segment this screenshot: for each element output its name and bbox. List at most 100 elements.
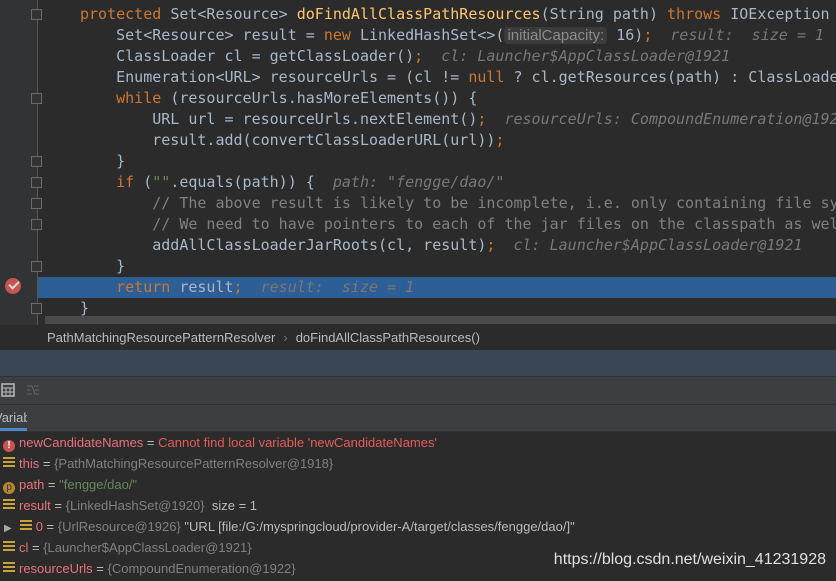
fold-icon[interactable] bbox=[31, 303, 42, 314]
variable-name: 0 bbox=[35, 519, 43, 534]
fold-icon[interactable] bbox=[31, 156, 42, 167]
code-line[interactable]: } bbox=[38, 151, 836, 172]
code-token: ? cl.getResources(path) : ClassLoader.ge… bbox=[513, 68, 836, 86]
breakpoint-icon[interactable] bbox=[5, 278, 21, 294]
code-token: (String path) bbox=[540, 5, 668, 23]
code-token: new bbox=[323, 26, 360, 44]
code-line[interactable]: } bbox=[38, 256, 836, 277]
fold-icon[interactable] bbox=[31, 198, 42, 209]
inline-debug-value: resourceUrls: CompoundEnumeration@1922 bbox=[486, 110, 836, 128]
variable-name: cl bbox=[19, 540, 29, 555]
code-line[interactable]: if ("".equals(path)) { path: "fengge/dao… bbox=[38, 172, 836, 193]
error-icon: ! bbox=[3, 440, 15, 452]
field-icon bbox=[3, 499, 15, 511]
variable-row[interactable]: p path = "fengge/dao/" bbox=[3, 474, 137, 495]
code-line[interactable]: return result; result: size = 1 bbox=[38, 277, 836, 298]
code-token: doFindAllClassPathResources bbox=[296, 5, 541, 23]
breadcrumb-method[interactable]: doFindAllClassPathResources() bbox=[296, 330, 480, 345]
code-token: throws bbox=[667, 5, 731, 23]
variable-row[interactable]: result = {LinkedHashSet@1920} size = 1 bbox=[3, 495, 257, 516]
inline-debug-value: result: size = 1 bbox=[652, 26, 824, 44]
code-token: Enumeration<URL> resourceUrls = (cl != bbox=[80, 68, 469, 86]
code-token: // We need to have pointers to each of t… bbox=[80, 215, 836, 233]
field-icon bbox=[3, 562, 15, 574]
code-token: Set<Resource> bbox=[170, 5, 297, 23]
code-line[interactable]: Set<Resource> result = new LinkedHashSet… bbox=[38, 25, 836, 46]
equals: = bbox=[44, 477, 60, 492]
parameter-hint: initialCapacity: bbox=[504, 27, 608, 44]
inline-debug-value: result: size = 1 bbox=[242, 278, 415, 296]
equals: = bbox=[28, 540, 44, 555]
equals: = bbox=[50, 498, 66, 513]
code-token: ( bbox=[143, 173, 153, 191]
code-token: (resourceUrls.hasMoreElements()) { bbox=[170, 89, 478, 107]
code-token: addAllClassLoaderJarRoots(cl, result) bbox=[80, 236, 487, 254]
code-line[interactable]: // The above result is likely to be inco… bbox=[38, 193, 836, 214]
horizontal-scrollbar[interactable] bbox=[45, 316, 836, 324]
variable-name: this bbox=[19, 456, 40, 471]
variable-row[interactable]: ! newCandidateNames = Cannot find local v… bbox=[3, 432, 437, 453]
calculator-icon[interactable] bbox=[1, 383, 15, 397]
variable-value: {CompoundEnumeration@1922} bbox=[107, 561, 296, 576]
fold-icon[interactable] bbox=[31, 9, 42, 20]
variable-name: resourceUrls bbox=[19, 561, 93, 576]
tab-variables[interactable]: Variables bbox=[0, 405, 27, 431]
code-token: } bbox=[80, 152, 126, 170]
debug-tabs: Variables bbox=[0, 405, 836, 432]
code-token: ; bbox=[643, 26, 653, 44]
code-token: ClassLoader cl = getClassLoader() bbox=[80, 47, 415, 65]
code-token: if bbox=[80, 173, 144, 191]
code-token: Set<Resource> result = bbox=[80, 26, 324, 44]
code-line[interactable]: while (resourceUrls.hasMoreElements()) { bbox=[38, 88, 836, 109]
code-line[interactable]: result.add(convertClassLoaderURL(url)); bbox=[38, 130, 836, 151]
parameter-icon: p bbox=[3, 482, 15, 494]
fold-icon[interactable] bbox=[31, 177, 42, 188]
field-icon bbox=[3, 457, 15, 469]
variable-value: "fengge/dao/" bbox=[59, 477, 138, 492]
debug-header bbox=[0, 350, 836, 376]
debug-toolbar bbox=[0, 376, 836, 405]
equals: = bbox=[92, 561, 108, 576]
code-token: return bbox=[80, 278, 180, 296]
equals: = bbox=[42, 519, 58, 534]
variable-value: {UrlResource@1926} bbox=[57, 519, 181, 534]
code-line[interactable]: Enumeration<URL> resourceUrls = (cl != n… bbox=[38, 67, 836, 88]
code-token: ; bbox=[495, 131, 505, 149]
variable-row[interactable]: cl = {Launcher$AppClassLoader@1921} bbox=[3, 537, 252, 558]
code-line[interactable]: protected Set<Resource> doFindAllClassPa… bbox=[38, 4, 836, 25]
variable-value: {LinkedHashSet@1920} bbox=[65, 498, 205, 513]
variable-row[interactable]: this = {PathMatchingResourcePatternResol… bbox=[3, 453, 333, 474]
code-token: while bbox=[80, 89, 171, 107]
code-token: } bbox=[80, 257, 126, 275]
code-line[interactable]: // We need to have pointers to each of t… bbox=[38, 214, 836, 235]
code-token: .equals(path)) { bbox=[170, 173, 315, 191]
watermark: https://blog.csdn.net/weixin_41231928 bbox=[553, 551, 826, 568]
restore-layout-icon[interactable] bbox=[26, 383, 40, 397]
code-token: result bbox=[179, 278, 234, 296]
variable-extra: "URL [file:/G:/myspringcloud/provider-A/… bbox=[180, 519, 575, 534]
code-line[interactable]: addAllClassLoaderJarRoots(cl, result); c… bbox=[38, 235, 836, 256]
variable-row[interactable]: ▶ 0 = {UrlResource@1926} "URL [file:/G:/m… bbox=[4, 516, 575, 537]
code-token: IOException bbox=[730, 5, 830, 23]
code-editor[interactable]: protected Set<Resource> doFindAllClassPa… bbox=[0, 0, 836, 325]
expand-arrow-icon[interactable]: ▶ bbox=[4, 523, 12, 534]
fold-icon[interactable] bbox=[31, 261, 42, 272]
inline-debug-value: path: "fengge/dao/" bbox=[314, 173, 505, 191]
fold-icon[interactable] bbox=[31, 93, 42, 104]
code-token: null bbox=[468, 68, 505, 86]
code-line[interactable]: URL url = resourceUrls.nextElement(); re… bbox=[38, 109, 836, 130]
code-token: ; bbox=[414, 47, 424, 65]
code-token: // The above result is likely to be inco… bbox=[152, 194, 836, 212]
code-token: LinkedHashSet<>( bbox=[359, 26, 505, 44]
field-icon bbox=[19, 520, 32, 532]
code-token: result.add(convertClassLoaderURL(url)) bbox=[80, 131, 496, 149]
inline-debug-value: cl: Launcher$AppClassLoader@1921 bbox=[423, 47, 731, 65]
breadcrumb-class[interactable]: PathMatchingResourcePatternResolver bbox=[47, 330, 275, 345]
code-token: } bbox=[80, 299, 90, 317]
variable-value: {Launcher$AppClassLoader@1921} bbox=[43, 540, 252, 555]
code-token: 16) bbox=[607, 26, 644, 44]
breadcrumb: PathMatchingResourcePatternResolver › doFi… bbox=[0, 325, 836, 350]
fold-icon[interactable] bbox=[31, 219, 42, 230]
variable-row[interactable]: resourceUrls = {CompoundEnumeration@1922… bbox=[3, 558, 296, 579]
code-line[interactable]: ClassLoader cl = getClassLoader(); cl: L… bbox=[38, 46, 836, 67]
